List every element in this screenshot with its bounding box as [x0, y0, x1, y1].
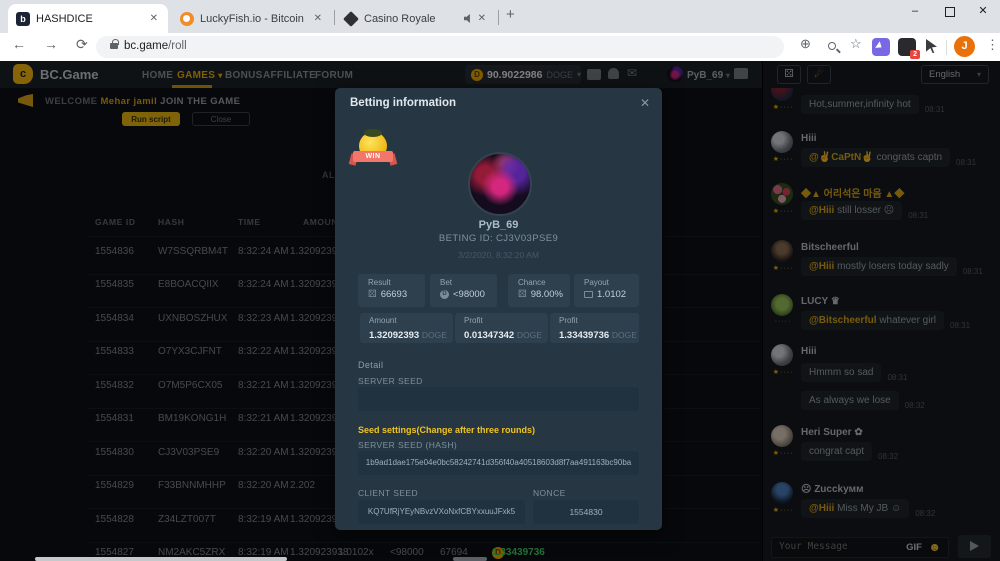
- browser-toolbar: ← → ⟳ bc.game/roll ⊕ ☆ 2 J ⋮: [0, 33, 1000, 61]
- circle-plus-icon[interactable]: ⊕: [800, 36, 811, 52]
- profit-card-total: Profit 1.33439736 DOGE: [550, 313, 639, 343]
- tab-title: Casino Royale: [364, 13, 458, 25]
- tab-strip: b HASHDICE ✕ LuckyFish.io - Bitcoin Gamb…: [0, 0, 1000, 33]
- lock-icon: [110, 43, 118, 49]
- refresh-icon[interactable]: ⟳: [76, 36, 88, 53]
- stat-card-bet: Bet D<98000: [430, 274, 497, 307]
- url-path: /roll: [168, 40, 187, 52]
- close-tab-icon[interactable]: ✕: [476, 13, 488, 24]
- tab-luckyfish[interactable]: LuckyFish.io - Bitcoin Gambling S ✕: [172, 4, 332, 33]
- tab-title: LuckyFish.io - Bitcoin Gambling S: [200, 13, 306, 25]
- forward-icon[interactable]: →: [44, 36, 58, 52]
- menu-kebab-icon[interactable]: ⋮: [986, 37, 999, 53]
- tab-separator: [498, 10, 499, 25]
- url-host: bc.game: [124, 40, 168, 52]
- bet-date: 3/2/2020, 8:32:20 AM: [335, 250, 662, 260]
- address-bar[interactable]: bc.game/roll: [96, 36, 784, 58]
- coin-icon: D: [440, 290, 449, 299]
- seed-settings-label: Seed settings(Change after three rounds): [358, 425, 535, 435]
- dice-icon: ⚄: [518, 290, 527, 300]
- audio-speaker-icon[interactable]: [464, 14, 473, 23]
- client-seed-field[interactable]: KQ7UfRjYEyNBvzVXoNxfCBYxxuuJFxk5: [358, 500, 525, 524]
- modal-title: Betting information: [350, 97, 456, 109]
- bet-id: BETING ID: CJ3V03PSE9: [335, 233, 662, 244]
- bookmark-star-icon[interactable]: ☆: [850, 36, 862, 52]
- detail-label: Detail: [358, 360, 383, 370]
- horizontal-scrollbar-thumb[interactable]: [35, 557, 287, 561]
- nonce-field[interactable]: 1554830: [533, 500, 639, 524]
- server-seed-field[interactable]: [358, 387, 639, 411]
- amount-card: Amount 1.32092393 DOGE: [360, 313, 453, 343]
- url-text[interactable]: bc.game/roll: [124, 40, 187, 52]
- cursor-extension-icon[interactable]: [926, 39, 937, 53]
- server-seed-hash-label: SERVER SEED (HASH): [358, 440, 457, 450]
- dice-icon: ⚄: [368, 290, 377, 300]
- bcgame-favicon: b: [16, 12, 30, 26]
- card-icon: [584, 291, 593, 298]
- back-icon[interactable]: ←: [12, 36, 26, 52]
- player-username: PyB_69: [335, 219, 662, 231]
- new-tab-button[interactable]: +: [506, 6, 515, 23]
- toolbar-separator: [946, 40, 947, 55]
- betting-information-modal: Betting information ✕ WIN PyB_69 BETING …: [335, 88, 662, 530]
- stat-card-result: Result ⚄66693: [358, 274, 425, 307]
- horizontal-scrollbar-segment[interactable]: [453, 557, 487, 561]
- win-ribbon: WIN: [353, 151, 393, 162]
- win-badge: WIN: [351, 130, 395, 174]
- nonce-label: NONCE: [533, 488, 566, 498]
- page-content: c BC.Game HOME GAMES ▾ BONUS AFFILIATE F…: [0, 61, 1000, 561]
- server-seed-hash-field[interactable]: 1b9ad1dae175e04e0bc58242741d356f40a40518…: [358, 451, 639, 475]
- stat-card-payout: Payout 1.0102: [574, 274, 639, 307]
- close-window-button[interactable]: ✕: [966, 0, 1000, 25]
- stat-card-chance: Chance ⚄98.00%: [508, 274, 570, 307]
- tab-hashdice[interactable]: b HASHDICE ✕: [8, 4, 168, 33]
- close-modal-icon[interactable]: ✕: [640, 96, 650, 110]
- profit-card: Profit 0.01347342 DOGE: [455, 313, 548, 343]
- extension-badge: 2: [910, 50, 920, 59]
- tab-title: HASHDICE: [36, 13, 142, 25]
- server-seed-label: SERVER SEED: [358, 376, 423, 386]
- window-controls: – ✕: [898, 0, 1000, 25]
- dark-extension-icon[interactable]: 2: [898, 38, 916, 56]
- search-icon[interactable]: [828, 42, 836, 50]
- tab-casino-royale[interactable]: Casino Royale ✕: [336, 4, 496, 33]
- client-seed-label: CLIENT SEED: [358, 488, 418, 498]
- purple-extension-icon[interactable]: [872, 38, 890, 56]
- close-tab-icon[interactable]: ✕: [148, 13, 160, 24]
- tab-separator: [334, 10, 335, 25]
- minimize-button[interactable]: –: [898, 0, 932, 25]
- close-tab-icon[interactable]: ✕: [312, 13, 324, 24]
- casino-royale-favicon: [343, 11, 359, 27]
- browser-window: b HASHDICE ✕ LuckyFish.io - Bitcoin Gamb…: [0, 0, 1000, 561]
- luckyfish-favicon: [180, 12, 194, 26]
- restore-button[interactable]: [932, 0, 966, 25]
- player-avatar[interactable]: [468, 152, 532, 216]
- profile-avatar[interactable]: J: [954, 36, 975, 57]
